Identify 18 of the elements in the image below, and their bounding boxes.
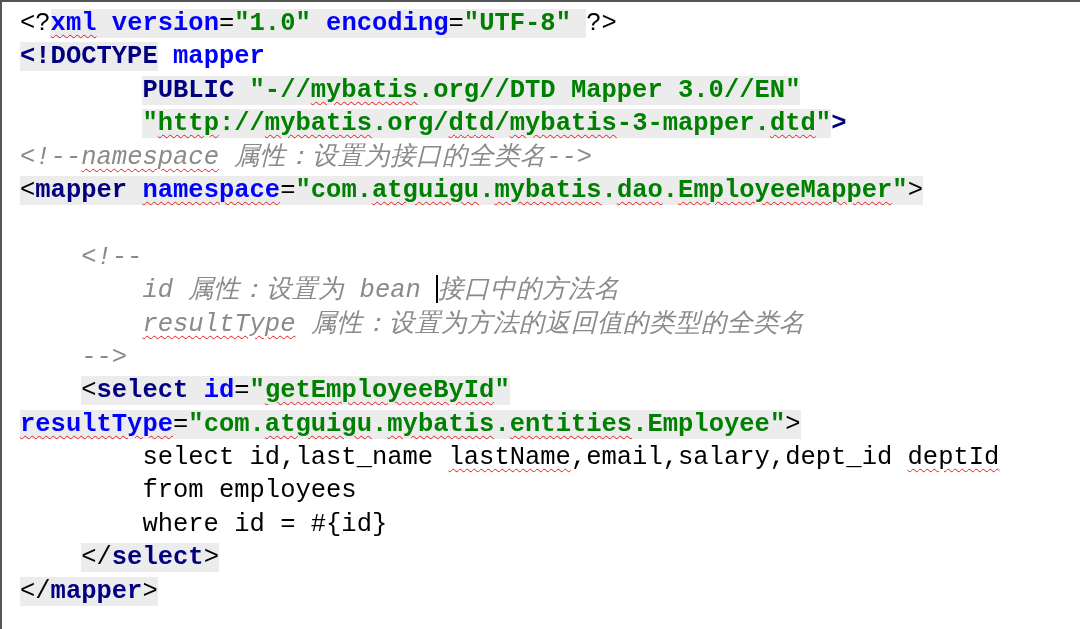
code-line: </mapper> [20,575,158,608]
code-line: --> [81,341,128,374]
code-line: where id = #{id} [142,508,388,541]
code-line: <!-- [81,241,143,274]
code-line: from employees [142,475,357,508]
code-line: <select id="getEmployeeById" [81,375,510,408]
code-line: id 属性：设置为 bean 接口中的方法名 [142,274,621,308]
code-line: <?xml version="1.0" encoding="UTF-8" ?> [20,8,617,40]
code-line: "http://mybatis.org/dtd/mybatis-3-mapper.dtd"> [142,108,847,141]
code-line: select id,last_name lastName,email,salary,dept_id deptId [142,442,1000,475]
text-cursor [436,275,439,304]
code-line: <!DOCTYPE mapper [20,41,265,74]
code-line: resultType="com.atguigu.mybatis.entities.Employee"> [20,408,801,441]
code-line: PUBLIC "-//mybatis.org//DTD Mapper 3.0//EN" [142,74,801,107]
code-line: </select> [81,542,219,575]
code-line: <mapper namespace="com.atguigu.mybatis.dao.EmployeeMapper"> [20,174,923,207]
code-line: <!--namespace 属性：设置为接口的全类名--> [20,141,593,174]
code-line: resultType 属性：设置为方法的返回值的类型的全类名 [142,308,805,341]
